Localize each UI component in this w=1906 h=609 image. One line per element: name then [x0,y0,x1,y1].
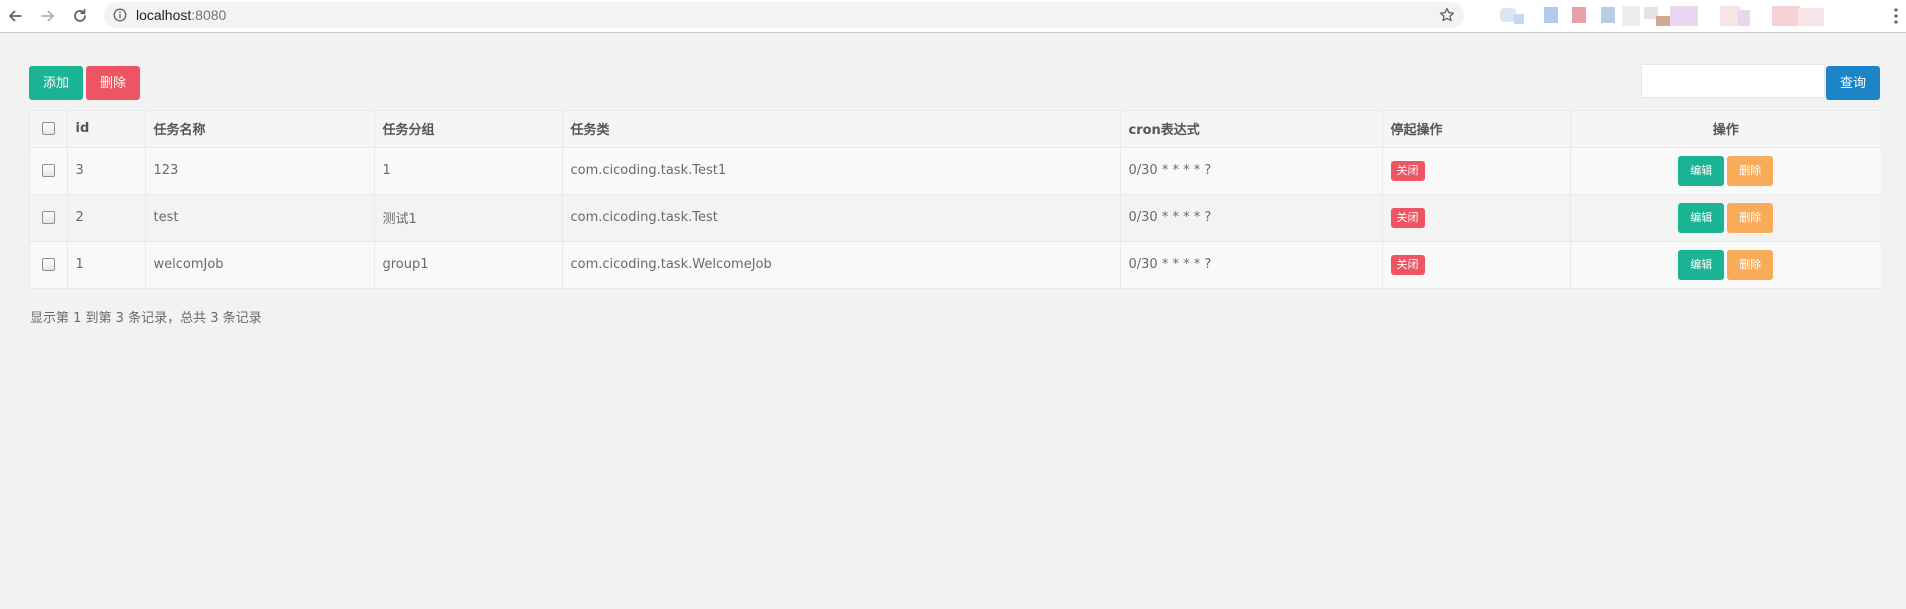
column-header-group[interactable]: 任务分组 [374,111,563,148]
extension-icon[interactable] [1514,14,1524,24]
cell-class: com.cicoding.task.Test1 [562,147,1121,195]
close-toggle-button[interactable]: 关闭 [1390,160,1425,181]
extension-icon[interactable] [1572,7,1586,23]
row-checkbox[interactable] [41,211,55,224]
row-checkbox[interactable] [41,258,55,272]
extension-icon[interactable] [1601,7,1615,23]
cell-toggle: 关闭 [1382,194,1571,242]
column-header-ops: 操作 [1570,111,1881,148]
cell-cron: 0/30 * * * * ? [1120,194,1383,242]
select-all-checkbox[interactable] [41,122,55,136]
edit-button[interactable]: 编辑 [1678,202,1725,233]
reload-icon[interactable] [68,4,92,28]
close-toggle-button[interactable]: 关闭 [1390,254,1425,275]
forward-icon[interactable] [36,4,60,28]
table-row[interactable]: 1 welcomJob group1 com.cicoding.task.Wel… [30,241,1881,288]
cell-ops: 编辑 删除 [1570,241,1881,288]
extension-icon[interactable] [1738,10,1750,26]
delete-button[interactable]: 删除 [86,66,140,100]
row-select-cell [30,147,68,195]
cell-group: 测试1 [374,194,563,242]
url-host: localhost [136,7,192,23]
extension-icons[interactable] [1498,4,1888,28]
extension-icon[interactable] [1798,8,1824,26]
back-icon[interactable] [3,4,27,28]
search-button[interactable]: 查询 [1826,66,1880,100]
cell-ops: 编辑 删除 [1570,147,1881,195]
column-header-class[interactable]: 任务类 [562,111,1121,148]
column-header-id[interactable]: id [67,111,146,148]
url-port: :8080 [191,7,227,23]
bookmark-star-icon[interactable] [1439,7,1455,23]
remove-button[interactable]: 删除 [1727,155,1774,186]
cell-toggle: 关闭 [1382,147,1571,195]
cell-class: com.cicoding.task.WelcomeJob [562,241,1121,288]
column-header-name[interactable]: 任务名称 [145,111,375,148]
cell-toggle: 关闭 [1382,241,1571,288]
browser-toolbar: localhost:8080 [0,0,1906,33]
extension-icon[interactable] [1670,6,1698,26]
column-header-cron[interactable]: cron表达式 [1120,111,1383,148]
extension-icon[interactable] [1720,6,1740,26]
table-row[interactable]: 3 123 1 com.cicoding.task.Test1 0/30 * *… [30,147,1881,195]
row-select-cell [30,241,68,288]
jobs-table: id 任务名称 任务分组 任务类 cron表达式 停起操作 操作 3 123 1… [29,110,1881,289]
add-button[interactable]: 添加 [29,66,83,100]
table-header-row: id 任务名称 任务分组 任务类 cron表达式 停起操作 操作 [30,111,1881,148]
remove-button[interactable]: 删除 [1727,249,1774,280]
cell-id: 2 [67,194,146,242]
edit-button[interactable]: 编辑 [1678,155,1725,186]
info-icon[interactable] [113,8,127,22]
row-select-cell [30,194,68,242]
table-row[interactable]: 2 test 测试1 com.cicoding.task.Test 0/30 *… [30,194,1881,242]
cell-group: 1 [374,147,563,195]
cell-cron: 0/30 * * * * ? [1120,241,1383,288]
extension-icon[interactable] [1622,6,1640,26]
extension-icon[interactable] [1772,6,1800,26]
cell-id: 3 [67,147,146,195]
more-menu-icon[interactable] [1890,5,1902,27]
pagination-info: 显示第 1 到第 3 条记录，总共 3 条记录 [30,311,262,326]
url-text: localhost:8080 [136,2,226,28]
cell-group: group1 [374,241,563,288]
remove-button[interactable]: 删除 [1727,202,1774,233]
row-checkbox[interactable] [41,164,55,177]
cell-name: welcomJob [145,241,375,288]
cell-ops: 编辑 删除 [1570,194,1881,242]
cell-name: 123 [145,147,375,195]
select-all-header [30,111,68,148]
column-header-toggle: 停起操作 [1382,111,1571,148]
extension-icon[interactable] [1544,7,1558,23]
search-input[interactable] [1641,64,1825,98]
cell-id: 1 [67,241,146,288]
close-toggle-button[interactable]: 关闭 [1390,207,1425,228]
cell-class: com.cicoding.task.Test [562,194,1121,242]
cell-name: test [145,194,375,242]
edit-button[interactable]: 编辑 [1678,249,1725,280]
address-bar[interactable]: localhost:8080 [104,2,1464,28]
cell-cron: 0/30 * * * * ? [1120,147,1383,195]
extension-icon[interactable] [1656,16,1670,26]
